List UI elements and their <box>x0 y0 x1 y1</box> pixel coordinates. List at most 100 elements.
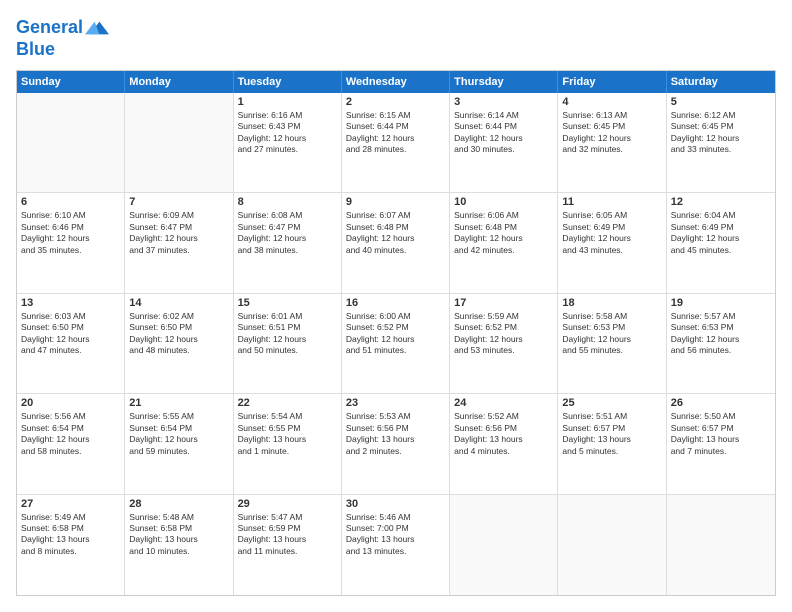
day-number: 24 <box>454 397 553 409</box>
day-number: 22 <box>238 397 337 409</box>
logo-general: General <box>16 17 83 37</box>
day-number: 30 <box>346 498 445 510</box>
cell-info: Sunrise: 6:10 AM Sunset: 6:46 PM Dayligh… <box>21 210 120 256</box>
calendar-cell: 4Sunrise: 6:13 AM Sunset: 6:45 PM Daylig… <box>558 93 666 192</box>
header-day-monday: Monday <box>125 71 233 93</box>
day-number: 29 <box>238 498 337 510</box>
day-number: 5 <box>671 96 771 108</box>
header-day-thursday: Thursday <box>450 71 558 93</box>
calendar-cell: 26Sunrise: 5:50 AM Sunset: 6:57 PM Dayli… <box>667 394 775 493</box>
cell-info: Sunrise: 5:47 AM Sunset: 6:59 PM Dayligh… <box>238 512 337 558</box>
calendar-cell: 17 Sunrise: 5:59 AM Sunset: 6:52 PM Dayli… <box>450 294 558 393</box>
calendar-cell: 5 Sunrise: 6:12 AM Sunset: 6:45 PM Daylig… <box>667 93 775 192</box>
day-number: 2 <box>346 96 445 108</box>
calendar-cell: 30 Sunrise: 5:46 AM Sunset: 7:00 PM Dayli… <box>342 495 450 595</box>
calendar-cell: 16 Sunrise: 6:00 AM Sunset: 6:52 PM Dayli… <box>342 294 450 393</box>
calendar-cell: 29 Sunrise: 5:47 AM Sunset: 6:59 PM Dayli… <box>234 495 342 595</box>
calendar-cell: 18Sunrise: 5:58 AM Sunset: 6:53 PM Dayli… <box>558 294 666 393</box>
header-day-friday: Friday <box>558 71 666 93</box>
cell-info: Sunrise: 6:01 AM Sunset: 6:51 PM Dayligh… <box>238 311 337 357</box>
calendar-cell <box>558 495 666 595</box>
calendar-cell: 23 Sunrise: 5:53 AM Sunset: 6:56 PM Dayli… <box>342 394 450 493</box>
calendar-cell: 8 Sunrise: 6:08 AM Sunset: 6:47 PM Daylig… <box>234 193 342 292</box>
day-number: 23 <box>346 397 445 409</box>
calendar-row-1: 1 Sunrise: 6:16 AM Sunset: 6:43 PM Daylig… <box>17 93 775 193</box>
calendar-cell <box>450 495 558 595</box>
day-number: 14 <box>129 297 228 309</box>
cell-info: Sunrise: 5:54 AM Sunset: 6:55 PM Dayligh… <box>238 411 337 457</box>
day-number: 19 <box>671 297 771 309</box>
cell-info: Sunrise: 6:08 AM Sunset: 6:47 PM Dayligh… <box>238 210 337 256</box>
cell-info: Sunrise: 6:06 AM Sunset: 6:48 PM Dayligh… <box>454 210 553 256</box>
cell-info: Sunrise: 6:07 AM Sunset: 6:48 PM Dayligh… <box>346 210 445 256</box>
day-number: 9 <box>346 196 445 208</box>
cell-info: Sunrise: 5:57 AM Sunset: 6:53 PM Dayligh… <box>671 311 771 357</box>
calendar-cell: 1 Sunrise: 6:16 AM Sunset: 6:43 PM Daylig… <box>234 93 342 192</box>
cell-info: Sunrise: 5:48 AM Sunset: 6:58 PM Dayligh… <box>129 512 228 558</box>
calendar-header: SundayMondayTuesdayWednesdayThursdayFrid… <box>17 71 775 93</box>
cell-info: Sunrise: 6:13 AM Sunset: 6:45 PM Dayligh… <box>562 110 661 156</box>
day-number: 11 <box>562 196 661 208</box>
calendar-cell: 11 Sunrise: 6:05 AM Sunset: 6:49 PM Dayli… <box>558 193 666 292</box>
calendar-row-2: 6 Sunrise: 6:10 AM Sunset: 6:46 PM Daylig… <box>17 193 775 293</box>
calendar-body: 1 Sunrise: 6:16 AM Sunset: 6:43 PM Daylig… <box>17 93 775 595</box>
calendar-cell: 25Sunrise: 5:51 AM Sunset: 6:57 PM Dayli… <box>558 394 666 493</box>
calendar-cell: 9 Sunrise: 6:07 AM Sunset: 6:48 PM Daylig… <box>342 193 450 292</box>
cell-info: Sunrise: 5:56 AM Sunset: 6:54 PM Dayligh… <box>21 411 120 457</box>
calendar-cell: 2 Sunrise: 6:15 AM Sunset: 6:44 PM Daylig… <box>342 93 450 192</box>
cell-info: Sunrise: 6:12 AM Sunset: 6:45 PM Dayligh… <box>671 110 771 156</box>
calendar-cell: 19 Sunrise: 5:57 AM Sunset: 6:53 PM Dayli… <box>667 294 775 393</box>
day-number: 3 <box>454 96 553 108</box>
day-number: 1 <box>238 96 337 108</box>
calendar-row-3: 13 Sunrise: 6:03 AM Sunset: 6:50 PM Dayli… <box>17 294 775 394</box>
day-number: 25 <box>562 397 661 409</box>
calendar-cell: 24 Sunrise: 5:52 AM Sunset: 6:56 PM Dayli… <box>450 394 558 493</box>
calendar-cell: 14 Sunrise: 6:02 AM Sunset: 6:50 PM Dayli… <box>125 294 233 393</box>
day-number: 20 <box>21 397 120 409</box>
calendar: SundayMondayTuesdayWednesdayThursdayFrid… <box>16 70 776 596</box>
calendar-cell: 3Sunrise: 6:14 AM Sunset: 6:44 PM Daylig… <box>450 93 558 192</box>
cell-info: Sunrise: 6:00 AM Sunset: 6:52 PM Dayligh… <box>346 311 445 357</box>
calendar-cell: 21 Sunrise: 5:55 AM Sunset: 6:54 PM Dayli… <box>125 394 233 493</box>
calendar-cell: 12 Sunrise: 6:04 AM Sunset: 6:49 PM Dayli… <box>667 193 775 292</box>
calendar-row-4: 20 Sunrise: 5:56 AM Sunset: 6:54 PM Dayli… <box>17 394 775 494</box>
calendar-cell: 15Sunrise: 6:01 AM Sunset: 6:51 PM Dayli… <box>234 294 342 393</box>
cell-info: Sunrise: 5:46 AM Sunset: 7:00 PM Dayligh… <box>346 512 445 558</box>
calendar-cell: 20 Sunrise: 5:56 AM Sunset: 6:54 PM Dayli… <box>17 394 125 493</box>
day-number: 8 <box>238 196 337 208</box>
cell-info: Sunrise: 5:59 AM Sunset: 6:52 PM Dayligh… <box>454 311 553 357</box>
cell-info: Sunrise: 5:55 AM Sunset: 6:54 PM Dayligh… <box>129 411 228 457</box>
header-day-tuesday: Tuesday <box>234 71 342 93</box>
day-number: 17 <box>454 297 553 309</box>
cell-info: Sunrise: 6:15 AM Sunset: 6:44 PM Dayligh… <box>346 110 445 156</box>
header-day-saturday: Saturday <box>667 71 775 93</box>
day-number: 18 <box>562 297 661 309</box>
cell-info: Sunrise: 6:09 AM Sunset: 6:47 PM Dayligh… <box>129 210 228 256</box>
day-number: 10 <box>454 196 553 208</box>
day-number: 27 <box>21 498 120 510</box>
cell-info: Sunrise: 5:52 AM Sunset: 6:56 PM Dayligh… <box>454 411 553 457</box>
day-number: 26 <box>671 397 771 409</box>
cell-info: Sunrise: 6:03 AM Sunset: 6:50 PM Dayligh… <box>21 311 120 357</box>
calendar-row-5: 27 Sunrise: 5:49 AM Sunset: 6:58 PM Dayli… <box>17 495 775 595</box>
cell-info: Sunrise: 5:49 AM Sunset: 6:58 PM Dayligh… <box>21 512 120 558</box>
day-number: 16 <box>346 297 445 309</box>
cell-info: Sunrise: 6:05 AM Sunset: 6:49 PM Dayligh… <box>562 210 661 256</box>
cell-info: Sunrise: 5:53 AM Sunset: 6:56 PM Dayligh… <box>346 411 445 457</box>
cell-info: Sunrise: 6:04 AM Sunset: 6:49 PM Dayligh… <box>671 210 771 256</box>
day-number: 28 <box>129 498 228 510</box>
day-number: 6 <box>21 196 120 208</box>
logo: General Blue <box>16 16 109 60</box>
cell-info: Sunrise: 6:16 AM Sunset: 6:43 PM Dayligh… <box>238 110 337 156</box>
day-number: 21 <box>129 397 228 409</box>
calendar-cell: 13 Sunrise: 6:03 AM Sunset: 6:50 PM Dayli… <box>17 294 125 393</box>
day-number: 13 <box>21 297 120 309</box>
day-number: 12 <box>671 196 771 208</box>
calendar-cell <box>125 93 233 192</box>
logo-text: General <box>16 18 83 38</box>
logo-blue: Blue <box>16 40 109 60</box>
cell-info: Sunrise: 6:02 AM Sunset: 6:50 PM Dayligh… <box>129 311 228 357</box>
page: General Blue SundayMondayTuesdayWednesda… <box>0 0 792 612</box>
day-number: 7 <box>129 196 228 208</box>
calendar-cell: 10 Sunrise: 6:06 AM Sunset: 6:48 PM Dayli… <box>450 193 558 292</box>
